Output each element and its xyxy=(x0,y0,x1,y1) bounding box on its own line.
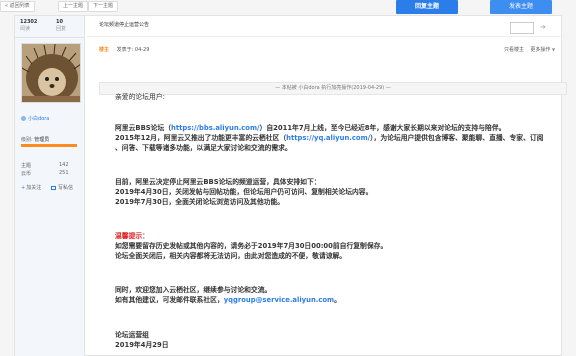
topics-value: 142 xyxy=(59,162,69,168)
email-link[interactable]: yqgroup@service.aliyun.com xyxy=(224,296,334,304)
p1-l1-a: 阿里云BBS论坛（ xyxy=(115,124,172,132)
back-to-list-button[interactable]: « 返回列表 xyxy=(0,1,35,12)
hedgehog-avatar-icon xyxy=(22,44,80,102)
paragraph-2-line-2: 2019年4月30日，关闭发帖与回帖功能，但论坛用户仍可访问、复制相关论坛内容。 xyxy=(115,188,373,196)
coins-label: 云币 xyxy=(21,171,32,177)
tip-line-2: 论坛全面关闭后，相关内容都将无法访问，由此对您造成的不便，敬请谅解。 xyxy=(115,252,347,260)
post-frame: 12302 阅读 10 回复 小白dora 级别: 管理员 主题 142 云币 … xyxy=(14,15,567,356)
chevron-down-icon: ▼ xyxy=(551,47,556,52)
message-button[interactable]: 写私信 xyxy=(51,184,73,191)
op-badge: 楼主 xyxy=(99,47,110,53)
views-label: 阅读 xyxy=(20,26,31,32)
coins-value: 251 xyxy=(59,170,69,176)
author-sidebar: 12302 阅读 10 回复 小白dora 级别: 管理员 主题 142 云币 … xyxy=(15,16,85,356)
paragraph-2-line-1: 目前，阿里云决定停止阿里云BBS论坛的频道运营，具体安排如下： xyxy=(115,178,321,186)
more-actions-label: 更多操作 xyxy=(530,47,551,53)
follow-button[interactable]: +加关注 xyxy=(21,184,41,191)
posted-at: 发表于: 04-29 xyxy=(116,47,150,53)
tip-line-1: 如您需要留存历史发帖或其他内容的，请务必于2019年7月30日00:00前自行复… xyxy=(115,242,388,250)
rank-value: 管理员 xyxy=(34,137,50,143)
topics-label: 主题 xyxy=(21,163,32,169)
follow-label: 加关注 xyxy=(26,185,42,191)
replies-count: 10 xyxy=(56,19,63,25)
thread-stats: 12302 阅读 10 回复 xyxy=(15,16,85,38)
plus-icon: + xyxy=(21,185,26,191)
p1-l2-b: ），为论坛用户提供包含博客、聚能聊、直播、专家、订阅 xyxy=(370,134,544,142)
level-bar-fill xyxy=(21,144,77,147)
warm-tip-heading: 温馨提示： xyxy=(115,232,149,240)
bbs-link[interactable]: https://bbs.aliyun.com/ xyxy=(171,124,260,132)
prev-topic-button[interactable]: 上一主题 xyxy=(58,1,89,12)
coins-row: 云币 251 xyxy=(21,170,81,177)
topics-count-row: 主题 142 xyxy=(21,162,81,169)
author-name: 小白dora xyxy=(28,116,50,122)
p4-l2-b: 。 xyxy=(334,296,341,304)
page-jump-input[interactable] xyxy=(510,22,534,34)
replies-label: 回复 xyxy=(56,26,67,32)
signature-date: 2019年4月29日 xyxy=(115,341,169,349)
paragraph-1-line-3: 、问答、下载等诸多功能，以满足大家讨论和交流的需求。 xyxy=(115,144,292,152)
author-rank: 级别: 管理员 xyxy=(21,136,49,143)
signature-team: 论坛运营组 xyxy=(115,331,149,339)
replies-stat: 10 回复 xyxy=(51,19,86,33)
paragraph-1-line-2: 2015年12月，阿里云又推出了功能更丰富的云栖社区（https://yq.al… xyxy=(115,134,555,143)
views-stat: 12302 阅读 xyxy=(15,19,50,33)
views-count: 12302 xyxy=(20,19,38,25)
paragraph-2-line-3: 2019年7月30日，全面关闭论坛浏览访问及其他功能。 xyxy=(115,198,285,206)
p1-l2-a: 2015年12月，阿里云又推出了功能更丰富的云栖社区（ xyxy=(115,134,287,142)
level-bar xyxy=(21,144,77,147)
divider xyxy=(87,36,563,37)
more-actions-dropdown[interactable]: 更多操作 ▼ xyxy=(530,47,555,53)
new-topic-button[interactable]: 发表主题 xyxy=(490,0,552,14)
envelope-icon xyxy=(51,186,56,190)
greeting: 亲爱的论坛用户: xyxy=(115,93,165,101)
paragraph-4-line-2: 如有其他建议，可发邮件联系社区，yqgroup@service.aliyun.c… xyxy=(115,296,555,305)
p1-l1-b: ）自2011年7月上线，至今已经近8年，感谢大家长期以来对论坛的支持与陪伴。 xyxy=(259,124,506,132)
reply-topic-button[interactable]: 回复主题 xyxy=(396,0,458,14)
view-only-op-link[interactable]: 只看楼主 xyxy=(504,47,524,53)
next-topic-button[interactable]: 下一主题 xyxy=(88,1,119,12)
message-label: 写私信 xyxy=(58,185,74,191)
avatar[interactable] xyxy=(21,43,81,103)
post-actions: 只看楼主 更多操作 ▼ xyxy=(504,46,555,53)
thread-title: 论坛频道停止运营公告 xyxy=(99,22,150,28)
rank-label: 级别: xyxy=(21,137,33,143)
top-toolbar: « 返回列表 上一主题 下一主题 回复主题 发表主题 xyxy=(0,0,576,14)
jump-arrow-icon[interactable]: ➔ xyxy=(540,23,546,31)
paragraph-1-line-1: 阿里云BBS论坛（https://bbs.aliyun.com/）自2011年7… xyxy=(115,124,555,133)
yunqi-link[interactable]: https://yq.aliyun.com/ xyxy=(286,134,370,142)
post-meta: 楼主 发表于: 04-29 xyxy=(99,46,149,53)
author-name-link[interactable]: 小白dora xyxy=(21,115,49,122)
paragraph-4-line-1: 同时，欢迎您加入云栖社区，继续参与讨论和交流。 xyxy=(115,286,272,294)
p4-l2-a: 如有其他建议，可发邮件联系社区， xyxy=(115,296,224,304)
user-icon xyxy=(21,116,26,121)
